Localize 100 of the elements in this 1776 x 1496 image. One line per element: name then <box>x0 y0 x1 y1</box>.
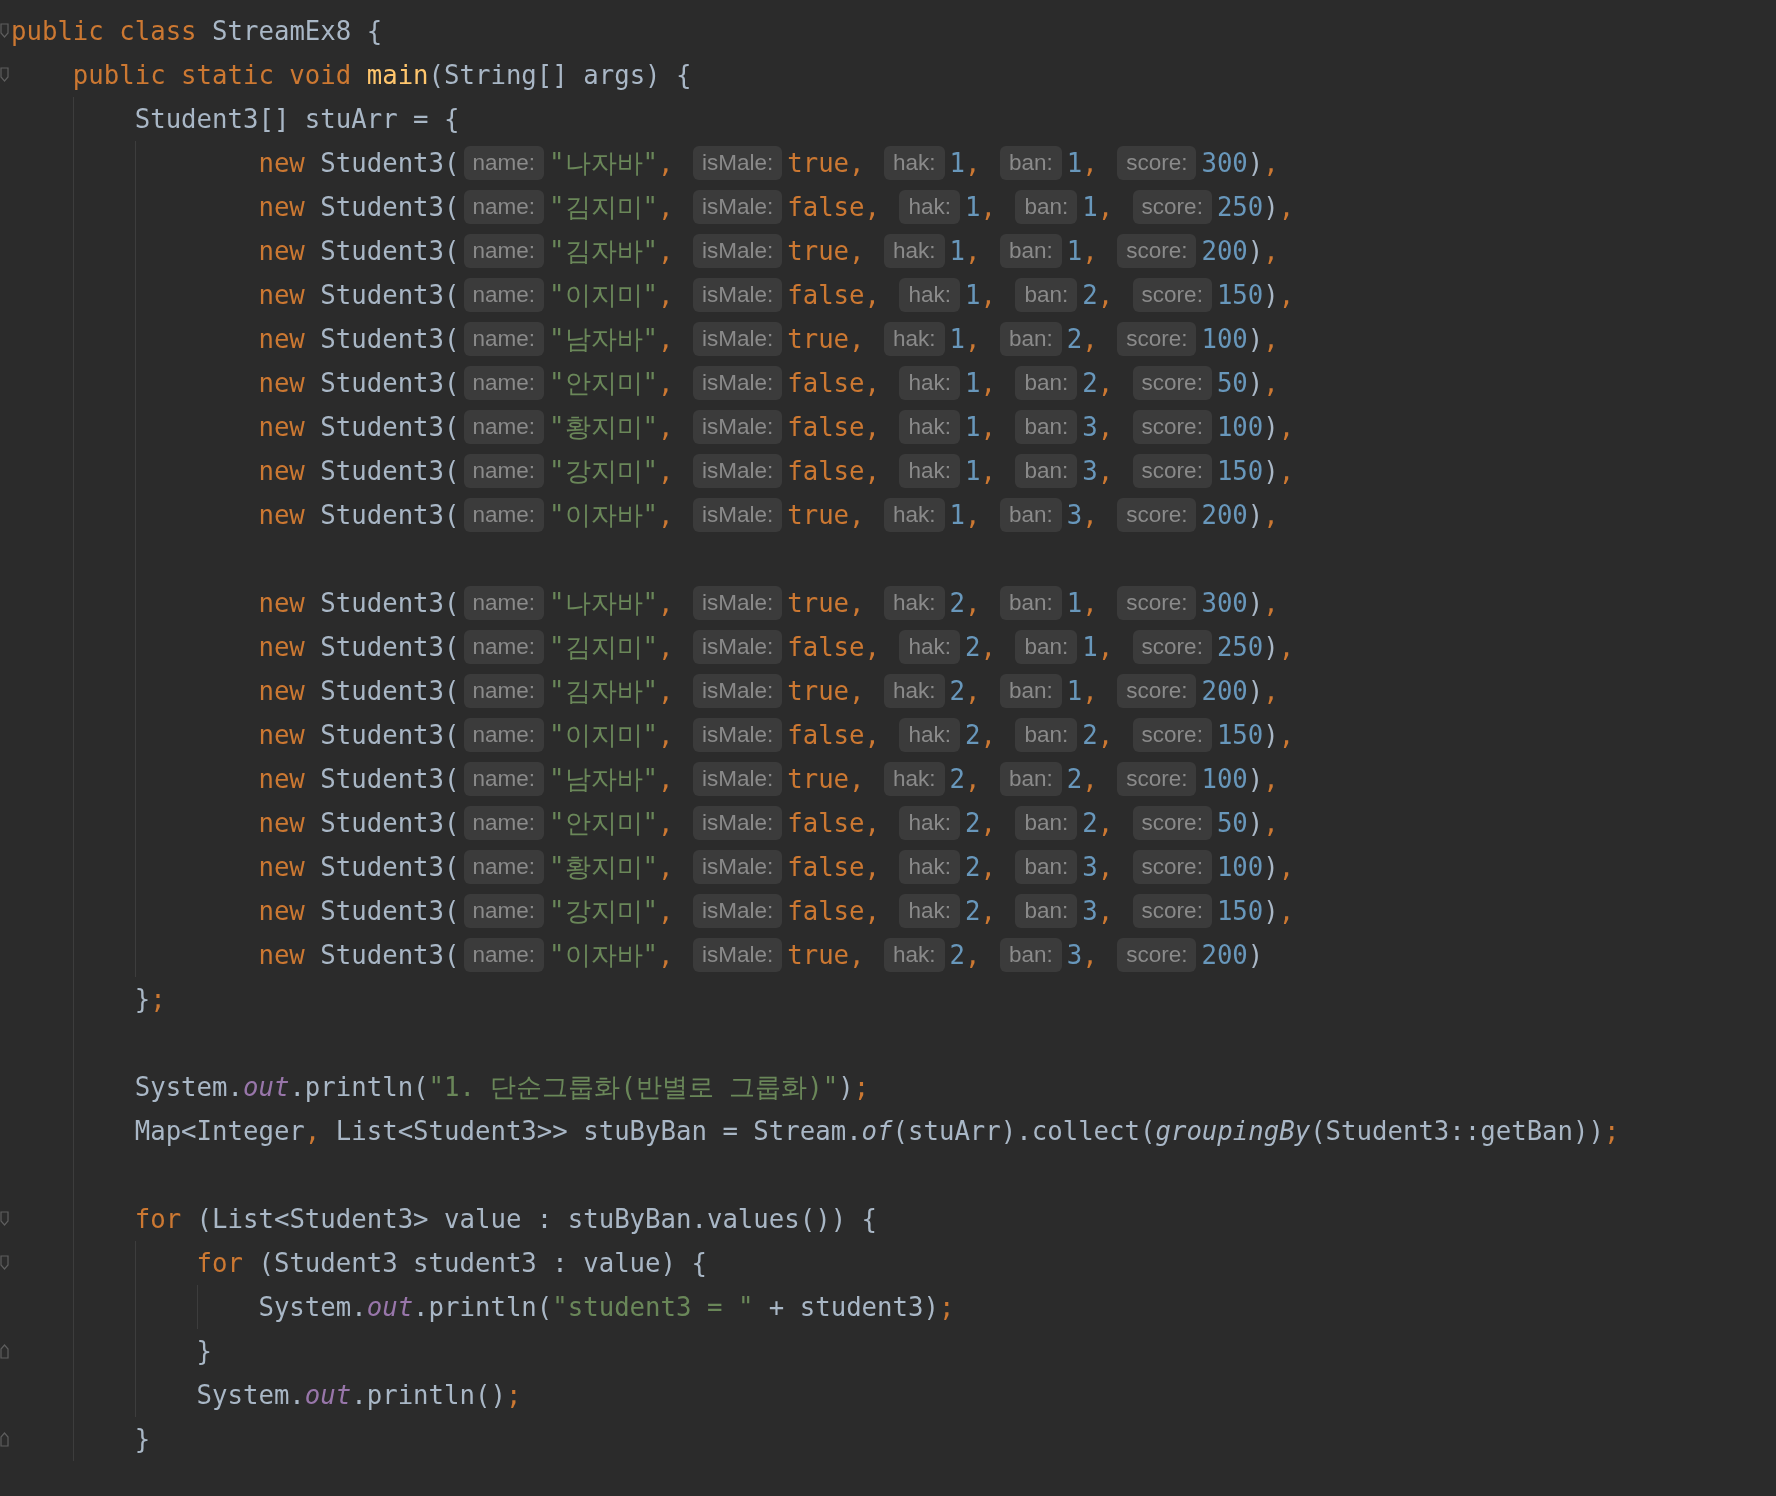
keyword: true <box>787 764 850 794</box>
keyword: true <box>787 676 850 706</box>
parameter-hint: isMale: <box>692 762 783 796</box>
number-literal: 250 <box>1216 632 1264 662</box>
punctuation: , <box>965 764 982 794</box>
parameter-hint: hak: <box>899 630 960 664</box>
fold-marker-icon[interactable] <box>0 1255 9 1271</box>
fold-marker-icon[interactable] <box>0 1431 9 1447</box>
parameter-hint: ban: <box>1015 366 1078 400</box>
punctuation: , <box>864 896 881 926</box>
code-text: .println() <box>351 1380 506 1410</box>
code-text: Student3( <box>319 280 460 310</box>
code-text: Student3( <box>319 896 460 926</box>
parameter-hint: hak: <box>884 146 945 180</box>
punctuation: , <box>980 852 997 882</box>
code-text: ) <box>1247 368 1264 398</box>
punctuation: , <box>1278 412 1295 442</box>
code-text: ) <box>1247 940 1264 970</box>
parameter-hint: score: <box>1117 234 1197 268</box>
string-literal: "나자바" <box>549 586 658 620</box>
code-text: ) <box>1247 236 1264 266</box>
parameter-hint: isMale: <box>692 190 783 224</box>
punctuation: , <box>1263 324 1279 354</box>
code-text: ) <box>1247 148 1264 178</box>
parameter-hint: ban: <box>999 498 1062 532</box>
number-literal: 2 <box>965 808 981 838</box>
punctuation: , <box>864 808 881 838</box>
string-literal: "이자바" <box>549 498 658 532</box>
punctuation: ; <box>1603 1116 1620 1146</box>
keyword: false <box>787 808 865 838</box>
number-literal: 1 <box>1082 192 1098 222</box>
punctuation: , <box>1278 280 1295 310</box>
keyword: new <box>258 896 305 926</box>
string-literal: "김자바" <box>549 674 658 708</box>
fold-marker-icon[interactable] <box>0 67 9 83</box>
parameter-hint: hak: <box>899 718 960 752</box>
punctuation: , <box>1082 588 1099 618</box>
number-literal: 2 <box>949 676 965 706</box>
string-literal: "이자바" <box>549 938 658 972</box>
punctuation: , <box>849 764 866 794</box>
number-literal: 2 <box>1066 764 1083 794</box>
fold-marker-icon[interactable] <box>0 1211 9 1227</box>
punctuation: , <box>658 236 675 266</box>
keyword: new <box>258 456 305 486</box>
punctuation: , <box>1097 896 1115 926</box>
keyword: false <box>787 456 865 486</box>
code-text: Student3( <box>319 676 460 706</box>
number-literal: 1 <box>1066 148 1083 178</box>
code-text: ) <box>1263 852 1279 882</box>
parameter-hint: isMale: <box>692 894 783 928</box>
code-text: ) <box>838 1072 854 1102</box>
number-literal: 2 <box>949 940 965 970</box>
punctuation: , <box>1097 720 1115 750</box>
code-text: Student3( <box>319 764 460 794</box>
number-literal: 2 <box>949 764 965 794</box>
fold-marker-icon[interactable] <box>0 1343 9 1359</box>
number-literal: 200 <box>1201 940 1248 970</box>
parameter-hint: name: <box>463 322 545 356</box>
keyword: false <box>787 632 865 662</box>
static-field: out <box>304 1380 352 1410</box>
punctuation: , <box>1082 148 1099 178</box>
string-literal: "남자바" <box>549 322 658 356</box>
punctuation: ; <box>150 984 166 1014</box>
keyword: true <box>787 500 850 530</box>
parameter-hint: isMale: <box>692 938 783 972</box>
punctuation: , <box>658 852 675 882</box>
number-literal: 1 <box>949 324 965 354</box>
parameter-hint: hak: <box>899 806 960 840</box>
string-literal: "김지미" <box>549 630 658 664</box>
parameter-hint: ban: <box>999 674 1062 708</box>
punctuation: , <box>980 280 997 310</box>
parameter-hint: hak: <box>899 410 960 444</box>
keyword: false <box>787 192 865 222</box>
punctuation: , <box>980 368 997 398</box>
parameter-hint: score: <box>1117 762 1197 796</box>
keyword: new <box>258 368 305 398</box>
punctuation: , <box>658 280 675 310</box>
static-method-call: of <box>861 1116 893 1146</box>
number-literal: 1 <box>949 500 965 530</box>
number-literal: 200 <box>1201 500 1248 530</box>
keyword: public class <box>11 16 197 46</box>
keyword: new <box>258 500 305 530</box>
punctuation: , <box>1278 720 1295 750</box>
parameter-hint: hak: <box>899 894 960 928</box>
parameter-hint: score: <box>1117 674 1197 708</box>
number-literal: 250 <box>1216 192 1264 222</box>
punctuation: , <box>658 192 675 222</box>
string-literal: "황지미" <box>549 850 658 884</box>
keyword: new <box>258 632 305 662</box>
punctuation: , <box>658 632 675 662</box>
number-literal: 50 <box>1216 368 1248 398</box>
keyword: true <box>787 148 850 178</box>
punctuation: , <box>849 324 866 354</box>
parameter-hint: name: <box>463 234 545 268</box>
number-literal: 1 <box>1082 632 1098 662</box>
punctuation: , <box>849 588 866 618</box>
punctuation: ; <box>505 1380 522 1410</box>
fold-marker-icon[interactable] <box>0 23 9 39</box>
punctuation: , <box>864 280 881 310</box>
keyword: true <box>787 940 850 970</box>
